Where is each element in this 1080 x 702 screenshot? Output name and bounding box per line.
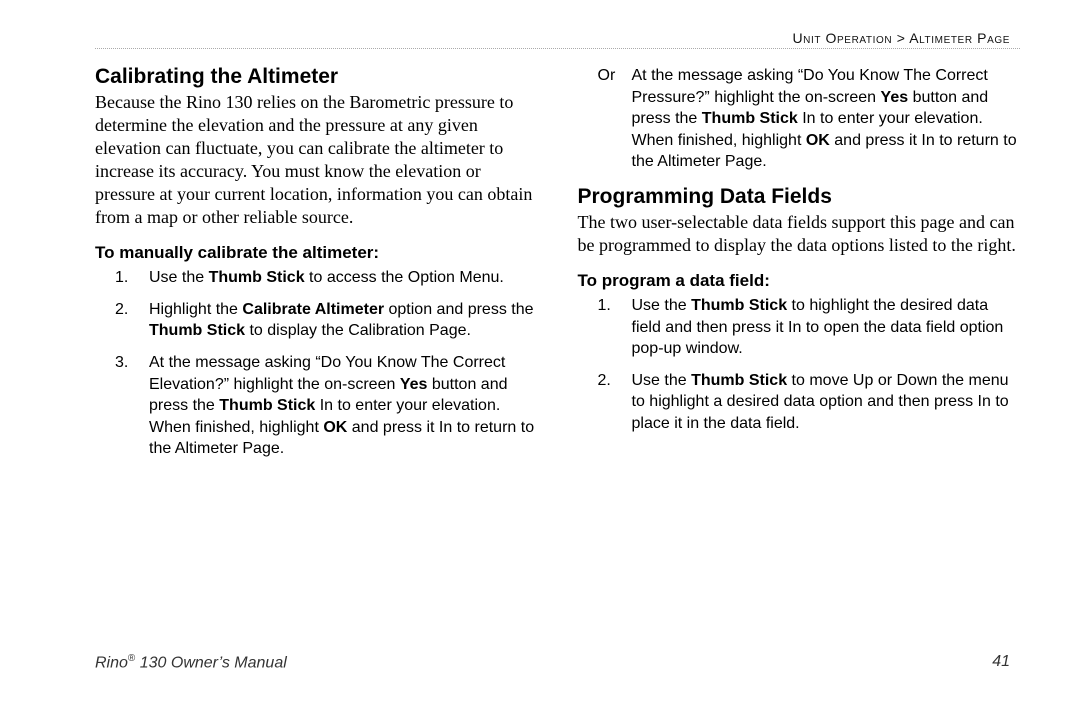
subheading-manual: To manually calibrate the altimeter: (95, 243, 538, 263)
footer-product: Rino® 130 Owner’s Manual (95, 653, 287, 672)
breadcrumb-sep: > (892, 30, 909, 46)
bold-text: Calibrate Altimeter (242, 301, 384, 318)
heading-programming: Programming Data Fields (578, 185, 1021, 209)
breadcrumb-section: Unit Operation (792, 30, 892, 46)
footer-product-b: 130 Owner’s Manual (135, 654, 287, 671)
intro-calibrating: Because the Rino 130 relies on the Barom… (95, 91, 538, 229)
step-number: 3. (115, 352, 128, 374)
bold-text: Thumb Stick (209, 269, 305, 286)
bold-text: Thumb Stick (691, 297, 787, 314)
bold-text: Thumb Stick (702, 110, 798, 127)
footer: Rino® 130 Owner’s Manual 41 (95, 653, 1010, 672)
steps-program: 1.Use the Thumb Stick to highlight the d… (598, 295, 1021, 435)
breadcrumb-sub: Altimeter Page (909, 30, 1010, 46)
bold-text: Yes (400, 376, 428, 393)
bold-text: OK (806, 132, 830, 149)
subheading-program: To program a data field: (578, 271, 1021, 291)
list-item: 2. Highlight the Calibrate Altimeter opti… (115, 299, 538, 342)
intro-programming: The two user-selectable data fields supp… (578, 211, 1021, 257)
right-column: OrAt the message asking “Do You Know The… (578, 65, 1021, 470)
heading-calibrating: Calibrating the Altimeter (95, 65, 538, 89)
bold-text: Yes (881, 89, 909, 106)
breadcrumb: Unit Operation > Altimeter Page (95, 30, 1020, 46)
step-number: 1. (115, 267, 128, 289)
list-item: 1.Use the Thumb Stick to highlight the d… (598, 295, 1021, 360)
list-item: 2.Use the Thumb Stick to move Up or Down… (598, 370, 1021, 435)
content-columns: Calibrating the Altimeter Because the Ri… (95, 65, 1020, 470)
step-number: 1. (598, 295, 611, 317)
bold-text: OK (323, 419, 347, 436)
text: Highlight the (149, 301, 242, 318)
list-item: 1. Use the Thumb Stick to access the Opti… (115, 267, 538, 289)
footer-product-a: Rino (95, 654, 128, 671)
bold-text: Thumb Stick (149, 322, 245, 339)
list-item: 3.At the message asking “Do You Know The… (115, 352, 538, 460)
steps-or: OrAt the message asking “Do You Know The… (598, 65, 1021, 173)
page-number: 41 (992, 653, 1010, 672)
text: Use the (632, 297, 692, 314)
list-item: OrAt the message asking “Do You Know The… (598, 65, 1021, 173)
text: option and press the (384, 301, 533, 318)
text: Use the (632, 372, 692, 389)
step-number: 2. (598, 370, 611, 392)
text: to display the Calibration Page. (245, 322, 471, 339)
divider (95, 48, 1020, 49)
left-column: Calibrating the Altimeter Because the Ri… (95, 65, 538, 470)
bold-text: Thumb Stick (691, 372, 787, 389)
text: Use the (149, 269, 209, 286)
step-prefix: Or (598, 65, 616, 87)
text: to access the Option Menu. (305, 269, 504, 286)
bold-text: Thumb Stick (219, 397, 315, 414)
step-number: 2. (115, 299, 128, 321)
steps-manual: 1. Use the Thumb Stick to access the Opti… (115, 267, 538, 460)
